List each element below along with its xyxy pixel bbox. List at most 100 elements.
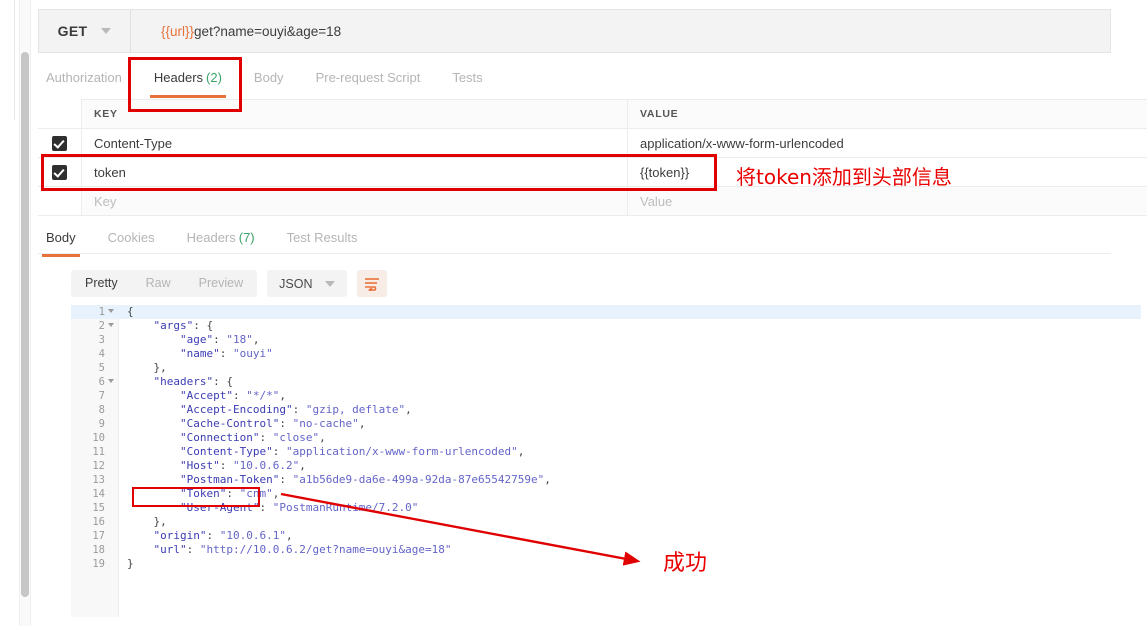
checkbox-checked-icon[interactable] [52, 165, 67, 181]
code-line-text: "Content-Type": "application/x-www-form-… [179, 445, 525, 458]
line-number: 3 [98, 334, 105, 346]
code-line: 6 "headers": { [71, 375, 1141, 389]
response-tab-headers-count: (7) [238, 230, 255, 245]
response-tab-headers[interactable]: Headers (7) [171, 227, 271, 253]
header-cell-checkbox [38, 99, 82, 129]
response-tab-body[interactable]: Body [38, 227, 92, 257]
page-scrollbar-thumb[interactable] [21, 52, 29, 597]
code-line: 7 "Accept": "*/*", [71, 389, 1141, 403]
tab-headers[interactable]: Headers (2) [138, 63, 238, 98]
code-line: 4 "name": "ouyi" [71, 347, 1141, 361]
response-format-select[interactable]: JSON [267, 270, 348, 297]
row-checkbox-cell[interactable] [38, 128, 82, 158]
http-method-label: GET [57, 23, 88, 39]
code-line-text: "url": "http://10.0.6.2/get?name=ouyi&ag… [153, 543, 452, 556]
code-line: 8 "Accept-Encoding": "gzip, deflate", [71, 403, 1141, 417]
row-checkbox-cell[interactable] [38, 186, 82, 216]
code-line-text: } [127, 557, 134, 570]
fold-triangle-icon[interactable] [108, 379, 114, 383]
fold-triangle-icon[interactable] [108, 309, 114, 313]
checkbox-checked-icon[interactable] [52, 136, 67, 152]
tab-body[interactable]: Body [238, 63, 300, 93]
code-line: 11 "Content-Type": "application/x-www-fo… [71, 445, 1141, 459]
row-key-input[interactable]: Content-Type [81, 128, 628, 158]
code-line-text: "Postman-Token": "a1b56de9-da6e-499a-92d… [179, 473, 551, 486]
code-line-text: }, [127, 515, 167, 528]
tab-body-label: Body [253, 70, 284, 85]
row-key-placeholder[interactable]: Key [81, 186, 628, 216]
line-number: 4 [98, 348, 105, 360]
row-value-placeholder[interactable]: Value [627, 186, 1147, 216]
code-line: 12 "Host": "10.0.6.2", [71, 459, 1141, 473]
code-line-text: "origin": "10.0.6.1", [153, 529, 293, 542]
response-body-editor[interactable]: 1{2 "args": {3 "age": "18", 4 "name": "ou… [71, 305, 1141, 617]
response-tab-test-results[interactable]: Test Results [271, 227, 374, 253]
headers-key-value-table: KEY VALUE Content-Type application/x-www… [38, 99, 1147, 216]
request-url-input[interactable]: {{url}} get?name=ouyi&age=18 [131, 10, 1110, 52]
code-line: 3 "age": "18", [71, 333, 1141, 347]
line-number: 16 [92, 516, 105, 528]
column-header-key: KEY [81, 99, 628, 129]
code-line-text: { [127, 305, 134, 318]
line-number: 7 [98, 390, 105, 402]
code-line-text: "name": "ouyi" [179, 347, 273, 360]
line-number: 10 [92, 432, 105, 444]
tab-headers-count: (2) [206, 70, 222, 85]
code-line: 5 }, [71, 361, 1141, 375]
line-number: 1 [98, 306, 105, 318]
code-line: 1{ [71, 305, 1141, 319]
view-mode-raw[interactable]: Raw [132, 270, 185, 297]
view-mode-group: Pretty Raw Preview [71, 270, 258, 297]
annotation-text-header-note: 将token添加到头部信息 [736, 165, 952, 189]
line-number: 8 [98, 404, 105, 416]
url-variable: {{url}} [161, 23, 195, 39]
code-line-text: "Accept-Encoding": "gzip, deflate", [179, 403, 412, 416]
response-tabs: Body Cookies Headers (7) Test Results [38, 227, 1111, 257]
response-tab-cookies-label: Cookies [107, 230, 155, 245]
tab-tests[interactable]: Tests [436, 63, 498, 93]
chevron-down-icon [325, 280, 336, 287]
code-line-text: "age": "18", [179, 333, 260, 346]
code-line: 16 }, [71, 515, 1141, 529]
code-line-text: }, [127, 361, 167, 374]
line-number: 13 [92, 474, 105, 486]
code-line: 9 "Cache-Control": "no-cache", [71, 417, 1141, 431]
row-key-input[interactable]: token [81, 157, 628, 187]
view-mode-pretty[interactable]: Pretty [71, 270, 132, 297]
line-number: 17 [92, 530, 105, 542]
view-mode-preview[interactable]: Preview [185, 270, 257, 297]
page-scrollbar[interactable] [19, 0, 31, 626]
editor-code-area[interactable]: 1{2 "args": {3 "age": "18", 4 "name": "ou… [71, 305, 1141, 571]
word-wrap-toggle[interactable] [357, 270, 388, 297]
left-rail [0, 0, 19, 626]
response-body-toolbar: Pretty Raw Preview JSON [71, 270, 388, 297]
line-number: 11 [92, 446, 105, 458]
tab-pre-request-script-label: Pre-request Script [315, 70, 421, 85]
response-tab-test-results-label: Test Results [286, 230, 358, 245]
response-format-label: JSON [279, 276, 313, 291]
tab-pre-request-script[interactable]: Pre-request Script [300, 63, 437, 93]
http-method-selector[interactable]: GET [39, 10, 131, 52]
chevron-down-icon [101, 28, 112, 34]
table-row-empty: Key Value [38, 186, 1147, 216]
response-tab-cookies[interactable]: Cookies [92, 227, 171, 253]
code-line: 18 "url": "http://10.0.6.2/get?name=ouyi… [71, 543, 1141, 557]
code-line-text: "Accept": "*/*", [179, 389, 286, 402]
fold-triangle-icon[interactable] [108, 323, 114, 327]
left-rail-edge [14, 0, 15, 120]
tab-tests-label: Tests [452, 70, 483, 85]
response-tab-headers-label: Headers [186, 230, 236, 245]
response-tab-body-label: Body [46, 230, 76, 245]
code-line: 17 "origin": "10.0.6.1", [71, 529, 1141, 543]
row-value-input[interactable]: application/x-www-form-urlencoded [627, 128, 1147, 158]
tab-authorization[interactable]: Authorization [38, 63, 138, 93]
table-row: token {{token}} [38, 157, 1147, 187]
code-line-text: "headers": { [153, 375, 233, 388]
code-line: 14 "Token": "cnm", [71, 487, 1141, 501]
line-number: 6 [98, 376, 105, 388]
row-checkbox-cell[interactable] [38, 157, 82, 187]
code-line-text: "Connection": "close", [179, 431, 326, 444]
code-line: 2 "args": { [71, 319, 1141, 333]
table-row: Content-Type application/x-www-form-urle… [38, 128, 1147, 158]
code-line-text: "Host": "10.0.6.2", [179, 459, 306, 472]
